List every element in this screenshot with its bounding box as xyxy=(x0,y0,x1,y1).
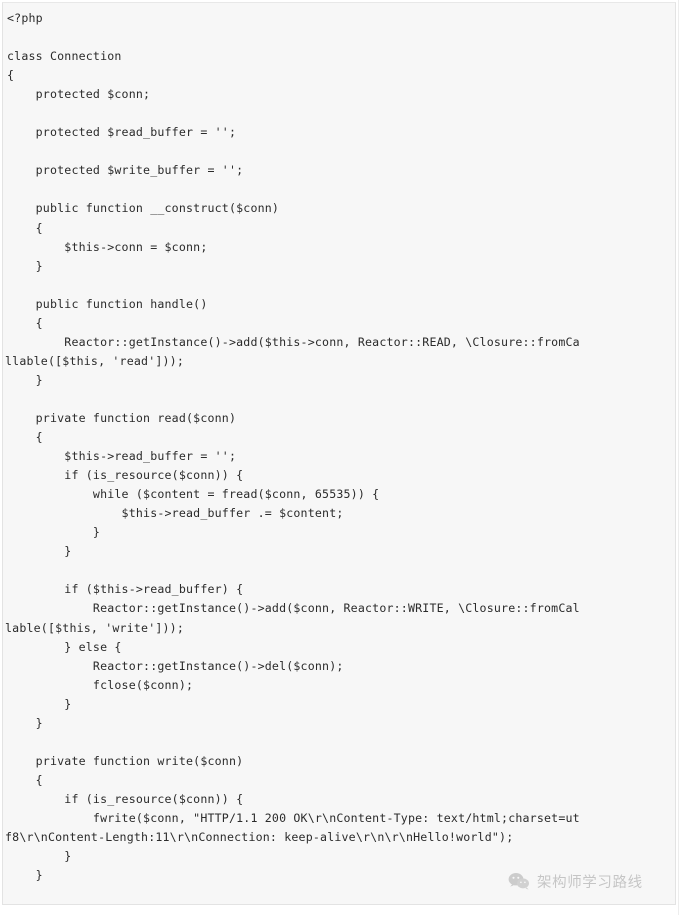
code-line: { xyxy=(7,68,15,83)
code-line: { xyxy=(7,430,43,445)
code-line: <?php xyxy=(7,11,43,25)
code-line: } else { xyxy=(7,639,122,654)
code-line: while ($content = fread($conn, 65535)) { xyxy=(7,487,380,502)
code-line: { xyxy=(7,220,43,235)
code-line: fwrite($conn, "HTTP/1.1 200 OK\r\nConten… xyxy=(7,810,580,825)
code-line: public function __construct($conn) xyxy=(7,201,280,216)
code-line: } xyxy=(7,696,72,711)
code-line: f8\r\nContent-Length:11\r\nConnection: k… xyxy=(5,830,514,845)
code-line: } xyxy=(3,904,675,905)
code-line: } xyxy=(7,544,72,559)
code-line: protected $read_buffer = ''; xyxy=(7,125,237,140)
code-line: { xyxy=(7,772,43,787)
code-line: { xyxy=(7,315,43,330)
code-line: $this->read_buffer .= $content; xyxy=(7,506,344,521)
code-line: llable([$this, 'read'])); xyxy=(5,353,185,368)
code-line: } xyxy=(7,372,43,387)
code-line: } xyxy=(7,715,43,730)
code-line: public function handle() xyxy=(7,296,208,311)
code-line: protected $write_buffer = ''; xyxy=(7,163,244,178)
code-line: $this->read_buffer = ''; xyxy=(7,449,237,464)
code-line: class Connection xyxy=(7,49,122,64)
code-line: } xyxy=(7,525,101,540)
code-line: Reactor::getInstance()->add($this->conn,… xyxy=(7,334,580,349)
code-content: <?php class Connection { protected $conn;… xyxy=(3,3,675,905)
code-line: if (is_resource($conn)) { xyxy=(7,791,244,806)
code-line: fclose($conn); xyxy=(7,677,194,692)
code-line: if ($this->read_buffer) { xyxy=(7,582,244,597)
code-line: } xyxy=(7,849,72,864)
code-line: private function write($conn) xyxy=(7,753,244,768)
code-line: Reactor::getInstance()->del($conn); xyxy=(7,658,344,673)
code-line: $this->conn = $conn; xyxy=(7,239,208,254)
page-right-edge xyxy=(678,0,692,915)
code-line: if (is_resource($conn)) { xyxy=(7,468,244,483)
code-line: Reactor::getInstance()->add($conn, React… xyxy=(7,601,580,616)
code-line: private function read($conn) xyxy=(7,410,237,425)
code-line: } xyxy=(7,258,43,273)
code-line: lable([$this, 'write'])); xyxy=(5,620,185,635)
code-line: protected $conn; xyxy=(7,87,151,102)
code-block: <?php class Connection { protected $conn;… xyxy=(2,2,676,905)
code-line: } xyxy=(7,868,43,883)
